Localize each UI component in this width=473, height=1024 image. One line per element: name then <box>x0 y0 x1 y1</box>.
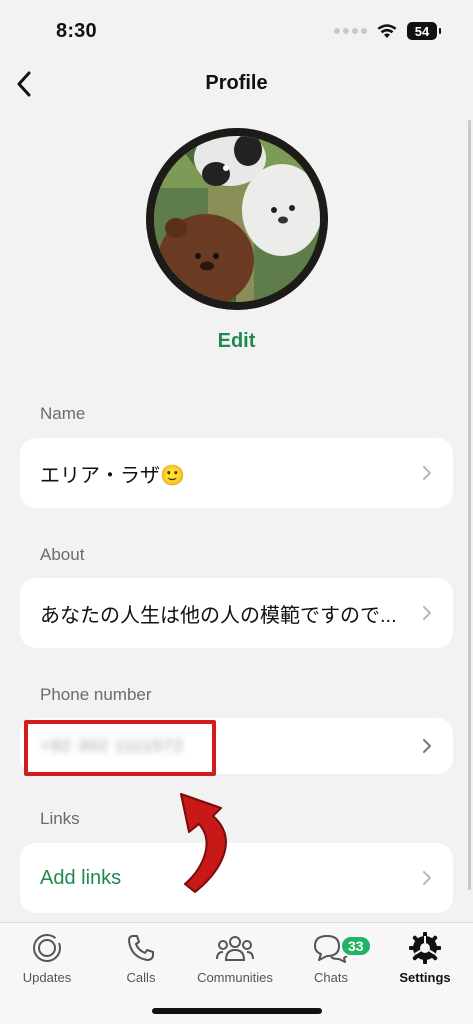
phone-icon <box>128 935 154 961</box>
links-section-label: Links <box>40 809 80 828</box>
about-row[interactable]: あなたの人生は他の人の模範ですので... <box>20 578 453 648</box>
battery-icon: 54 <box>407 22 441 40</box>
name-section-label: Name <box>40 404 86 423</box>
add-links-row[interactable]: Add links <box>20 843 453 913</box>
tab-calls-label: Calls <box>126 970 156 985</box>
name-value: エリア・ラザ🙂 <box>40 464 185 487</box>
updates-icon <box>33 934 61 962</box>
battery-level: 54 <box>414 23 430 39</box>
add-links-label: Add links <box>40 866 122 889</box>
status-time: 8:30 <box>56 20 97 42</box>
phone-value: +92 302 1111572 <box>40 736 185 755</box>
tab-settings[interactable]: Settings <box>380 931 470 985</box>
about-section-label: About <box>40 545 85 564</box>
phone-section-label: Phone number <box>40 685 152 704</box>
communities-icon <box>216 936 254 961</box>
profile-avatar[interactable] <box>146 128 328 310</box>
edit-profile-photo-link[interactable]: Edit <box>0 330 473 353</box>
gear-icon <box>409 932 441 964</box>
tab-updates[interactable]: Updates <box>2 931 92 985</box>
wifi-icon <box>377 24 397 38</box>
scrollbar[interactable] <box>468 120 471 890</box>
chevron-right-icon <box>421 737 433 755</box>
navigation-bar: Profile <box>0 60 473 108</box>
status-icons: 54 <box>334 22 441 40</box>
chevron-right-icon <box>421 464 433 482</box>
tab-communities[interactable]: Communities <box>190 931 280 985</box>
phone-row[interactable]: +92 302 1111572 <box>20 718 453 774</box>
unread-chats-badge: 33 <box>340 935 372 957</box>
cellular-signal-icon <box>334 28 367 34</box>
tab-updates-label: Updates <box>22 970 72 985</box>
tab-calls[interactable]: Calls <box>96 931 186 985</box>
status-bar: 8:30 54 <box>0 0 473 58</box>
name-row[interactable]: エリア・ラザ🙂 <box>20 438 453 508</box>
about-value: あなたの人生は他の人の模範ですので... <box>40 604 397 627</box>
page-title: Profile <box>205 72 268 94</box>
chevron-right-icon <box>421 604 433 622</box>
home-indicator <box>152 1008 322 1014</box>
tab-communities-label: Communities <box>197 970 273 985</box>
tab-chats-label: Chats <box>314 970 348 985</box>
tab-settings-label: Settings <box>399 970 451 985</box>
avatar-image <box>146 128 328 310</box>
chevron-right-icon <box>421 869 433 887</box>
tab-chats[interactable]: Chats 33 <box>286 931 376 985</box>
